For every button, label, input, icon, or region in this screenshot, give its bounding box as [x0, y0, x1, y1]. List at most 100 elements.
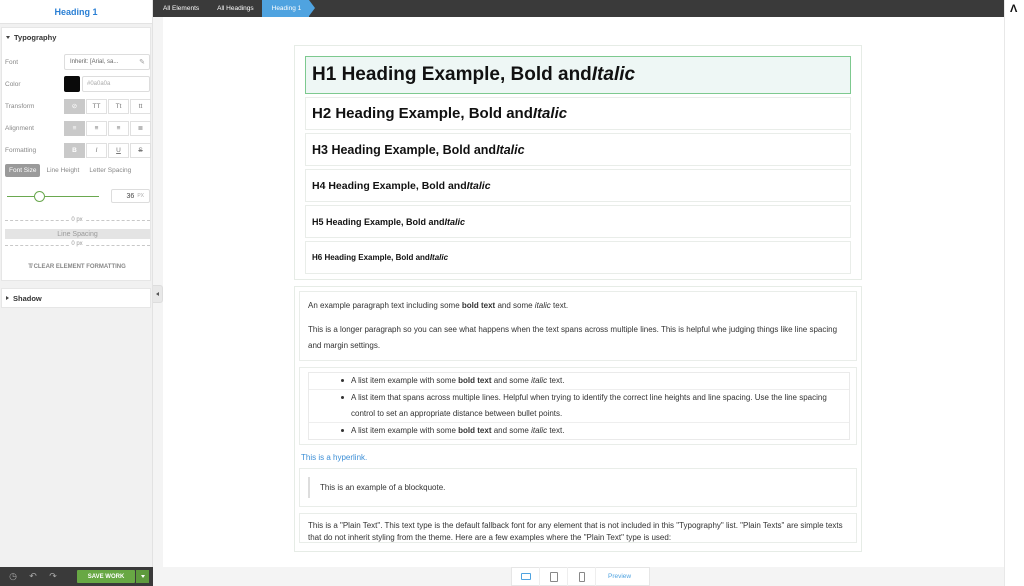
breadcrumb-heading-1[interactable]: Heading 1 [261, 0, 315, 17]
font-size-unit: PX [137, 193, 144, 199]
strikethrough-button[interactable]: S [130, 142, 151, 158]
transform-none-button[interactable]: ⊘ [64, 98, 85, 114]
caret-down-icon [6, 35, 10, 39]
align-left-icon: ≡ [72, 124, 77, 132]
para1-bold: bold text [461, 301, 496, 310]
mobile-view-button[interactable] [568, 567, 596, 586]
heading-6-example[interactable]: H6 Heading Example, Bold and Italic [305, 241, 851, 274]
heading-5-text: H5 Heading Example, Bold and [312, 216, 445, 227]
tab-line-height[interactable]: Line Height [42, 164, 83, 177]
blockquote: This is an example of a blockquote. [308, 477, 848, 498]
size-tabs: Font Size Line Height Letter Spacing [5, 164, 137, 177]
heading-3-italic: Italic [496, 142, 525, 157]
save-label: SAVE WORK [87, 573, 125, 580]
font-size-input[interactable]: 36 PX [111, 189, 150, 203]
blockquote-block[interactable]: This is an example of a blockquote. [299, 468, 857, 507]
spacing-top-text: 0 px [69, 217, 85, 223]
heading-1-text: H1 Heading Example, Bold and [312, 64, 592, 85]
heading-1-example[interactable]: H1 Heading Example, Bold and Italic [305, 56, 851, 94]
underline-button[interactable]: U [108, 142, 129, 158]
heading-4-italic: Italic [466, 179, 491, 192]
list-item: A list item that spans across multiple l… [309, 390, 849, 423]
save-button[interactable]: SAVE WORK [77, 570, 135, 583]
chevron-down-icon [140, 575, 145, 578]
pencil-icon[interactable]: ✎ [139, 58, 145, 66]
breadcrumb-bar: All Elements All Headings Heading 1 [153, 0, 1004, 17]
spacing-bottom-value[interactable]: 0 px [2, 241, 152, 247]
heading-4-text: H4 Heading Example, Bold and [312, 179, 467, 192]
transform-capitalize-button[interactable]: Tt [108, 98, 129, 114]
list-item: A list item example with some bold text … [309, 373, 849, 390]
list-block[interactable]: A list item example with some bold text … [299, 367, 857, 445]
heading-3-text: H3 Heading Example, Bold and [312, 142, 497, 157]
sidebar-title: Heading 1 [54, 6, 98, 17]
clear-formatting-button[interactable]: T̸ CLEAR ELEMENT FORMATTING [2, 264, 152, 270]
line-spacing-control[interactable]: Line Spacing [5, 229, 150, 239]
heading-2-text: H2 Heading Example, Bold and [312, 105, 533, 122]
tab-font-size[interactable]: Font Size [5, 164, 41, 177]
li3-text-e: text. [547, 426, 565, 435]
italic-button[interactable]: I [86, 142, 107, 158]
paragraph-block[interactable]: An example paragraph text including some… [299, 291, 857, 361]
font-size-value: 36 [126, 192, 135, 200]
app-logo-icon[interactable]: Λ [1010, 3, 1017, 15]
heading-2-italic: Italic [532, 105, 568, 122]
save-options-button[interactable] [136, 570, 149, 583]
history-icon[interactable]: ◷ [6, 570, 20, 584]
clear-formatting-label: CLEAR ELEMENT FORMATTING [33, 264, 126, 270]
transform-uppercase-button[interactable]: TT [86, 98, 107, 114]
desktop-view-button[interactable] [512, 567, 540, 586]
font-row: Font Inherit: [Arial, sa... ✎ [2, 53, 152, 71]
heading-6-italic: Italic [429, 253, 449, 262]
plain-text-block[interactable]: This is a "Plain Text". This text type i… [299, 513, 857, 543]
color-label: Color [5, 80, 21, 88]
align-right-button[interactable]: ≡ [108, 120, 129, 136]
caret-right-icon [6, 296, 9, 300]
font-value: Inherit: [Arial, sa... [70, 59, 119, 65]
align-left-button[interactable]: ≡ [64, 120, 85, 136]
desktop-icon [520, 573, 531, 580]
undo-icon[interactable]: ↶ [26, 570, 40, 584]
heading-3-example[interactable]: H3 Heading Example, Bold and Italic [305, 133, 851, 166]
list-item: A list item example with some bold text … [309, 423, 849, 439]
font-size-slider-handle[interactable] [34, 191, 45, 202]
transform-row: Transform ⊘ TT Tt tt [2, 97, 152, 115]
align-justify-button[interactable]: ≣ [130, 120, 151, 136]
phone-icon [578, 571, 585, 582]
typography-section-toggle[interactable]: Typography [2, 28, 150, 46]
typography-label: Typography [14, 32, 57, 42]
li3-text-c: and some [491, 426, 532, 435]
shadow-label: Shadow [13, 293, 42, 303]
alignment-label: Alignment [5, 124, 34, 132]
tablet-view-button[interactable] [540, 567, 568, 586]
bold-button[interactable]: B [64, 142, 85, 158]
formatting-row: Formatting B I U S [2, 141, 152, 159]
color-swatch[interactable] [64, 76, 80, 92]
collapse-sidebar-button[interactable] [153, 285, 163, 303]
redo-icon[interactable]: ↷ [46, 570, 60, 584]
li3-bold: bold text [458, 426, 492, 435]
hyperlink[interactable]: This is a hyperlink. [301, 453, 857, 462]
tab-letter-spacing[interactable]: Letter Spacing [85, 164, 135, 177]
spacing-top-value[interactable]: 0 px [2, 217, 152, 223]
font-size-slider-track[interactable] [7, 196, 99, 197]
bullet-list: A list item example with some bold text … [308, 372, 850, 440]
heading-5-example[interactable]: H5 Heading Example, Bold and Italic [305, 205, 851, 238]
align-center-icon: ≡ [94, 124, 99, 132]
heading-4-example[interactable]: H4 Heading Example, Bold and Italic [305, 169, 851, 202]
color-hex-input[interactable]: #0a0a0a [82, 76, 150, 92]
alignment-buttons: ≡ ≡ ≡ ≣ [64, 120, 152, 136]
sidebar-header: Heading 1 [0, 0, 152, 24]
font-select[interactable]: Inherit: [Arial, sa... ✎ [64, 54, 150, 70]
transform-lowercase-button[interactable]: tt [130, 98, 151, 114]
color-row: Color #0a0a0a [2, 75, 152, 93]
breadcrumb-all-headings[interactable]: All Headings [207, 0, 262, 17]
para1-italic: italic [534, 301, 551, 310]
heading-2-example[interactable]: H2 Heading Example, Bold and Italic [305, 97, 851, 130]
device-switcher: Preview [511, 567, 650, 586]
align-center-button[interactable]: ≡ [86, 120, 107, 136]
shadow-section-toggle[interactable]: Shadow [1, 288, 151, 308]
breadcrumb-all-elements[interactable]: All Elements [153, 0, 207, 17]
preview-button[interactable]: Preview [596, 573, 631, 580]
color-hex-value: #0a0a0a [87, 81, 111, 87]
